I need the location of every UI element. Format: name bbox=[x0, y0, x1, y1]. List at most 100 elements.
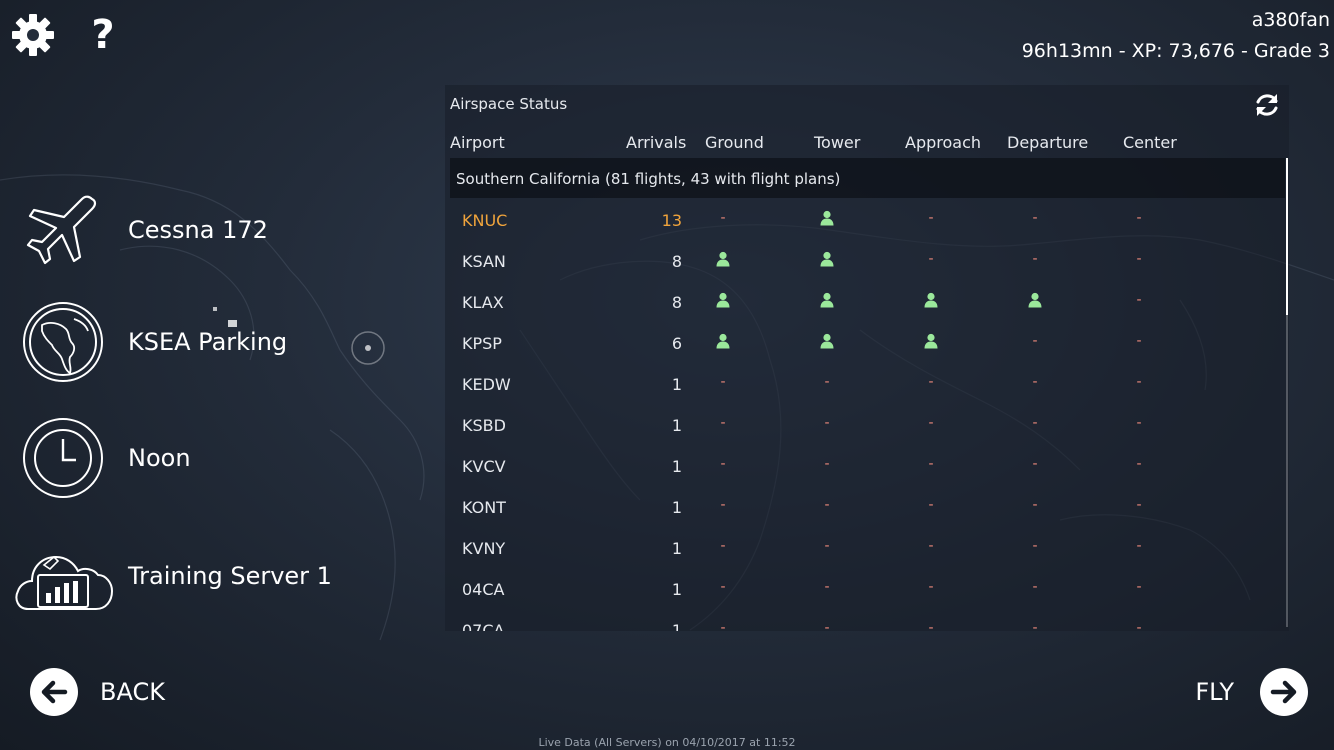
table-row[interactable]: KEDW 1 - - - - - bbox=[445, 363, 1285, 404]
table-row[interactable]: KNUC 13 - - - - bbox=[445, 199, 1285, 240]
airport-code: KVCV bbox=[462, 457, 506, 476]
atc-inactive-dash: - bbox=[713, 621, 733, 631]
person-icon bbox=[713, 292, 733, 312]
atc-inactive-dash: - bbox=[1129, 211, 1149, 231]
time-selector[interactable]: Noon bbox=[0, 413, 420, 503]
atc-inactive-dash: - bbox=[1025, 211, 1045, 231]
location-label: KSEA Parking bbox=[128, 328, 288, 356]
person-icon bbox=[817, 210, 837, 230]
question-mark-icon[interactable]: ? bbox=[80, 12, 126, 58]
atc-inactive-dash: - bbox=[713, 416, 733, 436]
dash-text: - bbox=[1136, 415, 1142, 431]
clock-icon bbox=[22, 417, 104, 499]
live-data-footer: Live Data (All Servers) on 04/10/2017 at… bbox=[538, 736, 796, 749]
dash-text: - bbox=[824, 415, 830, 431]
atc-inactive-dash: - bbox=[817, 457, 837, 477]
atc-inactive-dash: - bbox=[921, 580, 941, 600]
username: a380fan bbox=[1251, 9, 1330, 31]
dash-text: - bbox=[1136, 210, 1142, 226]
table-row[interactable]: 07CA 1 - - - - - bbox=[445, 609, 1285, 631]
airport-list[interactable]: KNUC 13 - - - - KSAN 8 - - - KLAX 8 - KPSP 6 - - KEDW 1 - - - -… bbox=[445, 199, 1285, 631]
atc-inactive-dash: - bbox=[713, 580, 733, 600]
arrow-left-icon bbox=[30, 668, 78, 716]
gear-icon[interactable] bbox=[10, 12, 56, 58]
table-row[interactable]: KONT 1 - - - - - bbox=[445, 486, 1285, 527]
atc-inactive-dash: - bbox=[921, 416, 941, 436]
person-icon bbox=[713, 251, 733, 271]
dash-text: - bbox=[1032, 538, 1038, 554]
atc-inactive-dash: - bbox=[1129, 580, 1149, 600]
aircraft-label: Cessna 172 bbox=[128, 216, 268, 244]
refresh-icon[interactable] bbox=[1253, 91, 1281, 119]
dash-text: - bbox=[1032, 210, 1038, 226]
arrivals-count: 1 bbox=[671, 457, 682, 476]
atc-inactive-dash: - bbox=[1025, 416, 1045, 436]
arrivals-count: 6 bbox=[671, 334, 682, 353]
person-icon bbox=[713, 333, 733, 353]
atc-inactive-dash: - bbox=[713, 539, 733, 559]
atc-inactive-dash: - bbox=[1025, 580, 1045, 600]
airport-code: KSAN bbox=[462, 252, 506, 271]
col-center: Center bbox=[1123, 133, 1177, 152]
dash-text: - bbox=[1032, 374, 1038, 390]
atc-inactive-dash: - bbox=[1025, 252, 1045, 272]
atc-inactive-dash: - bbox=[713, 211, 733, 231]
dash-text: - bbox=[1032, 620, 1038, 631]
dash-text: - bbox=[824, 538, 830, 554]
aircraft-selector[interactable]: Cessna 172 bbox=[0, 185, 420, 275]
scrollbar-thumb[interactable] bbox=[1286, 158, 1288, 315]
airport-code: KLAX bbox=[462, 293, 504, 312]
airport-code: 07CA bbox=[462, 621, 505, 631]
atc-inactive-dash: - bbox=[921, 375, 941, 395]
col-departure: Departure bbox=[1007, 133, 1089, 152]
dash-text: - bbox=[1032, 415, 1038, 431]
arrivals-count: 1 bbox=[671, 416, 682, 435]
dash-text: - bbox=[720, 579, 726, 595]
table-row[interactable]: KVNY 1 - - - - - bbox=[445, 527, 1285, 568]
table-row[interactable]: KSBD 1 - - - - - bbox=[445, 404, 1285, 445]
airport-code: KNUC bbox=[462, 211, 508, 230]
arrivals-count: 1 bbox=[671, 375, 682, 394]
table-row[interactable]: KPSP 6 - - bbox=[445, 322, 1285, 363]
dash-text: - bbox=[824, 456, 830, 472]
location-selector[interactable]: KSEA Parking bbox=[0, 297, 420, 387]
airport-code: KPSP bbox=[462, 334, 502, 353]
atc-inactive-dash: - bbox=[1129, 457, 1149, 477]
cloud-server-icon bbox=[14, 535, 114, 617]
atc-inactive-dash: - bbox=[1129, 416, 1149, 436]
atc-inactive-dash: - bbox=[713, 498, 733, 518]
table-row[interactable]: KLAX 8 - bbox=[445, 281, 1285, 322]
user-stats: 96h13mn - XP: 73,676 - Grade 3 bbox=[1021, 40, 1330, 62]
table-row[interactable]: KSAN 8 - - - bbox=[445, 240, 1285, 281]
col-arrivals: Arrivals bbox=[626, 133, 687, 152]
dash-text: - bbox=[928, 538, 934, 554]
fly-button[interactable]: FLY bbox=[1195, 667, 1308, 717]
col-tower: Tower bbox=[814, 133, 861, 152]
dash-text: - bbox=[1136, 620, 1142, 631]
dash-text: - bbox=[928, 251, 934, 267]
atc-inactive-dash: - bbox=[1129, 539, 1149, 559]
col-airport: Airport bbox=[450, 133, 505, 152]
dash-text: - bbox=[1136, 538, 1142, 554]
dash-text: - bbox=[720, 538, 726, 554]
dash-text: - bbox=[824, 497, 830, 513]
dash-text: - bbox=[1032, 497, 1038, 513]
table-row[interactable]: KVCV 1 - - - - - bbox=[445, 445, 1285, 486]
region-header[interactable]: Southern California (81 flights, 43 with… bbox=[450, 158, 1285, 198]
dash-text: - bbox=[720, 620, 726, 631]
atc-inactive-dash: - bbox=[713, 457, 733, 477]
dash-text: - bbox=[824, 579, 830, 595]
server-selector[interactable]: Training Server 1 bbox=[0, 531, 420, 621]
dash-text: - bbox=[720, 210, 726, 226]
atc-inactive-dash: - bbox=[817, 498, 837, 518]
table-row[interactable]: 04CA 1 - - - - - bbox=[445, 568, 1285, 609]
arrow-right-icon bbox=[1260, 668, 1308, 716]
atc-inactive-dash: - bbox=[921, 539, 941, 559]
atc-inactive-dash: - bbox=[1025, 334, 1045, 354]
dash-text: - bbox=[1032, 579, 1038, 595]
dash-text: - bbox=[928, 415, 934, 431]
col-approach: Approach bbox=[905, 133, 982, 152]
atc-inactive-dash: - bbox=[1129, 621, 1149, 631]
atc-inactive-dash: - bbox=[817, 621, 837, 631]
back-button[interactable]: BACK bbox=[30, 667, 165, 717]
